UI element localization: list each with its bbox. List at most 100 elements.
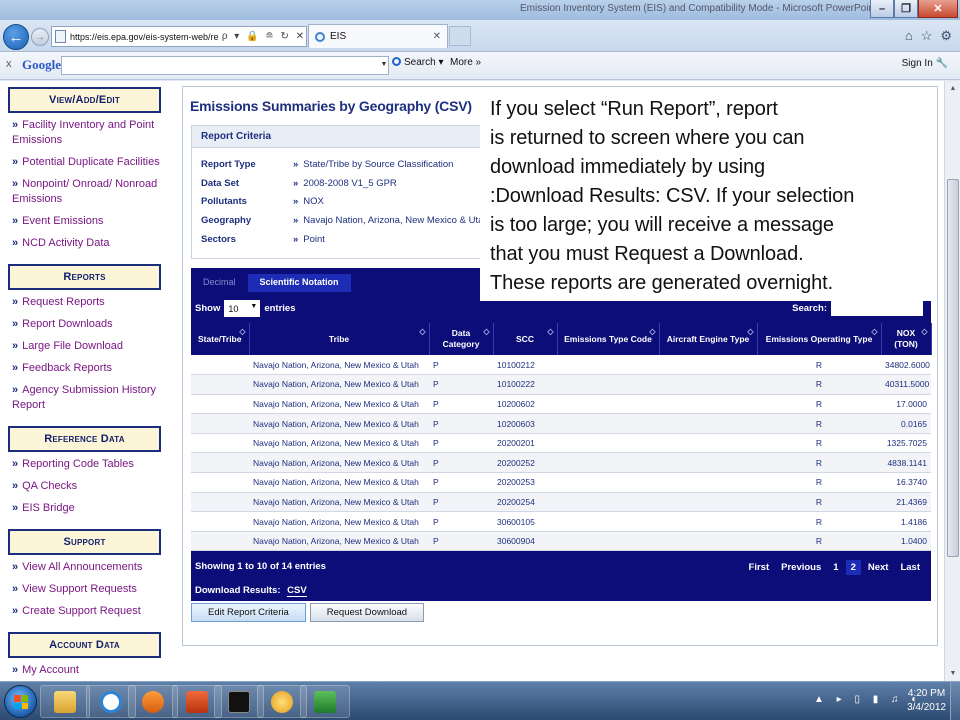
sidebar-item[interactable]: » My Account — [12, 663, 162, 678]
show-desktop-button[interactable] — [950, 682, 960, 720]
sidebar-item-label[interactable]: Create Support Request — [22, 605, 141, 617]
address-tools[interactable]: ρ ▾ 🔒 ≘ ↻ ✕ — [222, 31, 306, 42]
scroll-down-icon[interactable]: ▼ — [946, 666, 960, 681]
sort-icon: ◇ — [747, 327, 754, 336]
sidebar-item-label[interactable]: Feedback Reports — [22, 362, 112, 374]
sidebar-item-label[interactable]: QA Checks — [22, 480, 77, 492]
close-button[interactable]: ✕ — [918, 0, 958, 18]
command-prompt-icon — [228, 690, 250, 713]
edit-report-criteria-button[interactable]: Edit Report Criteria — [191, 603, 306, 622]
start-button[interactable] — [4, 685, 37, 718]
sidebar-item[interactable]: » Nonpoint/ Onroad/ Nonroad Emissions — [12, 177, 162, 207]
sidebar-item[interactable]: » Potential Duplicate Facilities — [12, 155, 162, 170]
sidebar-item[interactable]: » EIS Bridge — [12, 501, 162, 516]
pager-last[interactable]: Last — [895, 560, 925, 575]
column-header[interactable]: SCC ◇ — [493, 323, 558, 355]
more-button[interactable]: More » — [450, 57, 481, 68]
star-icon[interactable]: ☆ — [921, 28, 933, 44]
sidebar-item-label[interactable]: EIS Bridge — [22, 502, 75, 514]
back-button[interactable]: ← — [3, 24, 29, 50]
sidebar-item-label[interactable]: View Support Requests — [22, 583, 137, 595]
pager-next[interactable]: Next — [863, 560, 894, 575]
sign-in-link[interactable]: Sign In 🔧 — [902, 58, 948, 69]
sidebar-item[interactable]: » Feedback Reports — [12, 361, 162, 376]
sidebar-item[interactable]: » Request Reports — [12, 295, 162, 310]
clock[interactable]: 4:20 PM 3/4/2012 — [907, 687, 946, 715]
sidebar-item[interactable]: » View All Announcements — [12, 560, 162, 575]
sidebar-item-label[interactable]: Potential Duplicate Facilities — [22, 156, 160, 168]
sidebar-item-label[interactable]: Reporting Code Tables — [22, 458, 134, 470]
sidebar-item-label[interactable]: Nonpoint/ Onroad/ Nonroad Emissions — [12, 178, 157, 205]
gear-icon[interactable]: ⚙ — [940, 28, 952, 44]
browser-tab[interactable]: EIS ✕ — [308, 24, 448, 48]
table-cell: 20200201 — [493, 433, 557, 454]
sidebar-item[interactable]: » Event Emissions — [12, 214, 162, 229]
page-length-select[interactable]: 10 ▼ — [224, 300, 261, 317]
table-cell — [659, 531, 757, 552]
sidebar-item-label[interactable]: Request Reports — [22, 296, 105, 308]
table-search-input[interactable] — [831, 300, 923, 316]
criteria-label: Pollutants — [201, 196, 247, 207]
sidebar-item[interactable]: » View Support Requests — [12, 582, 162, 597]
google-search-dropdown[interactable]: ▼ — [379, 56, 389, 75]
window-title-bar: Emission Inventory System (EIS) and Comp… — [0, 0, 960, 20]
column-header[interactable]: Emissions Operating Type ◇ — [757, 323, 882, 355]
tab-decimal[interactable]: Decimal — [191, 274, 248, 292]
browser-icons: ⌂ ☆ ⚙ — [905, 28, 952, 44]
sidebar-item[interactable]: » Reporting Code Tables — [12, 457, 162, 472]
sidebar-item-label[interactable]: Agency Submission History Report — [12, 384, 156, 411]
request-download-button[interactable]: Request Download — [309, 603, 425, 622]
forward-button[interactable]: → — [31, 28, 49, 46]
sidebar-item[interactable]: » Facility Inventory and Point Emissions — [12, 118, 162, 148]
pager-page-1[interactable]: 1 — [828, 560, 843, 575]
column-header[interactable]: Aircraft Engine Type ◇ — [659, 323, 758, 355]
new-tab-button[interactable] — [449, 26, 471, 46]
home-icon[interactable]: ⌂ — [905, 28, 913, 44]
sidebar-item-label[interactable]: Event Emissions — [22, 215, 103, 227]
column-header[interactable]: State/Tribe ◇ — [191, 323, 250, 355]
sidebar-item[interactable]: » Create Support Request — [12, 604, 162, 619]
restore-button[interactable]: ❐ — [894, 0, 918, 18]
pager-page-2[interactable]: 2 — [845, 560, 861, 575]
sidebar-item[interactable]: » Agency Submission History Report — [12, 383, 162, 413]
scroll-up-icon[interactable]: ▲ — [946, 81, 960, 96]
criteria-value: » Point — [293, 234, 325, 245]
page-scrollbar[interactable]: ▲ ▼ — [944, 81, 960, 681]
sidebar-item-label[interactable]: Large File Download — [22, 340, 123, 352]
system-tray: ▲ ▸ ▯ ▮ ♫ ◐ 4:20 PM 3/4/2012 — [810, 682, 960, 720]
sidebar-item-label[interactable]: My Account — [22, 664, 79, 676]
sidebar-item[interactable]: » NCD Activity Data — [12, 236, 162, 251]
csv-download-link[interactable]: CSV — [287, 585, 307, 597]
sidebar-item-label[interactable]: Facility Inventory and Point Emissions — [12, 119, 154, 146]
sidebar-item-label[interactable]: Report Downloads — [22, 318, 113, 330]
column-header[interactable]: Tribe ◇ — [249, 323, 430, 355]
bullet-icon: » — [12, 561, 19, 573]
toolbar-close-icon[interactable]: x — [6, 58, 12, 70]
sidebar-item-label[interactable]: NCD Activity Data — [22, 237, 109, 249]
google-search-button[interactable]: Search ▾ — [392, 57, 444, 68]
column-header[interactable]: NOX (TON) ◇ — [881, 323, 932, 355]
pager-previous[interactable]: Previous — [776, 560, 826, 575]
address-bar[interactable]: https://eis.epa.gov/eis-system-web/repor… — [51, 26, 307, 47]
criteria-label: Report Type — [201, 159, 256, 170]
url-text[interactable]: https://eis.epa.gov/eis-system-web/repor… — [70, 32, 219, 42]
taskbar-media-player[interactable] — [128, 685, 178, 718]
sort-icon: ◇ — [239, 327, 246, 336]
sidebar-item[interactable]: » QA Checks — [12, 479, 162, 494]
window-controls: – ❐ ✕ — [870, 0, 958, 18]
sidebar-item[interactable]: » Report Downloads — [12, 317, 162, 332]
tab-close-icon[interactable]: ✕ — [433, 31, 441, 42]
taskbar-file-explorer[interactable] — [40, 685, 90, 718]
taskbar-excel[interactable] — [300, 685, 350, 718]
column-header[interactable]: Data Category ◇ — [429, 323, 494, 355]
pager-first[interactable]: First — [744, 560, 775, 575]
tab-scientific-notation[interactable]: Scientific Notation — [247, 274, 351, 292]
sidebar-item[interactable]: » Large File Download — [12, 339, 162, 354]
scrollbar-thumb[interactable] — [947, 179, 959, 557]
sidebar-nav: View/Add/Edit» Facility Inventory and Poi… — [8, 87, 163, 681]
wrench-icon[interactable]: 🔧 — [936, 58, 948, 69]
sidebar-item-label[interactable]: View All Announcements — [22, 561, 142, 573]
column-header[interactable]: Emissions Type Code ◇ — [557, 323, 660, 355]
google-search-input[interactable] — [61, 56, 389, 75]
minimize-button[interactable]: – — [870, 0, 894, 18]
